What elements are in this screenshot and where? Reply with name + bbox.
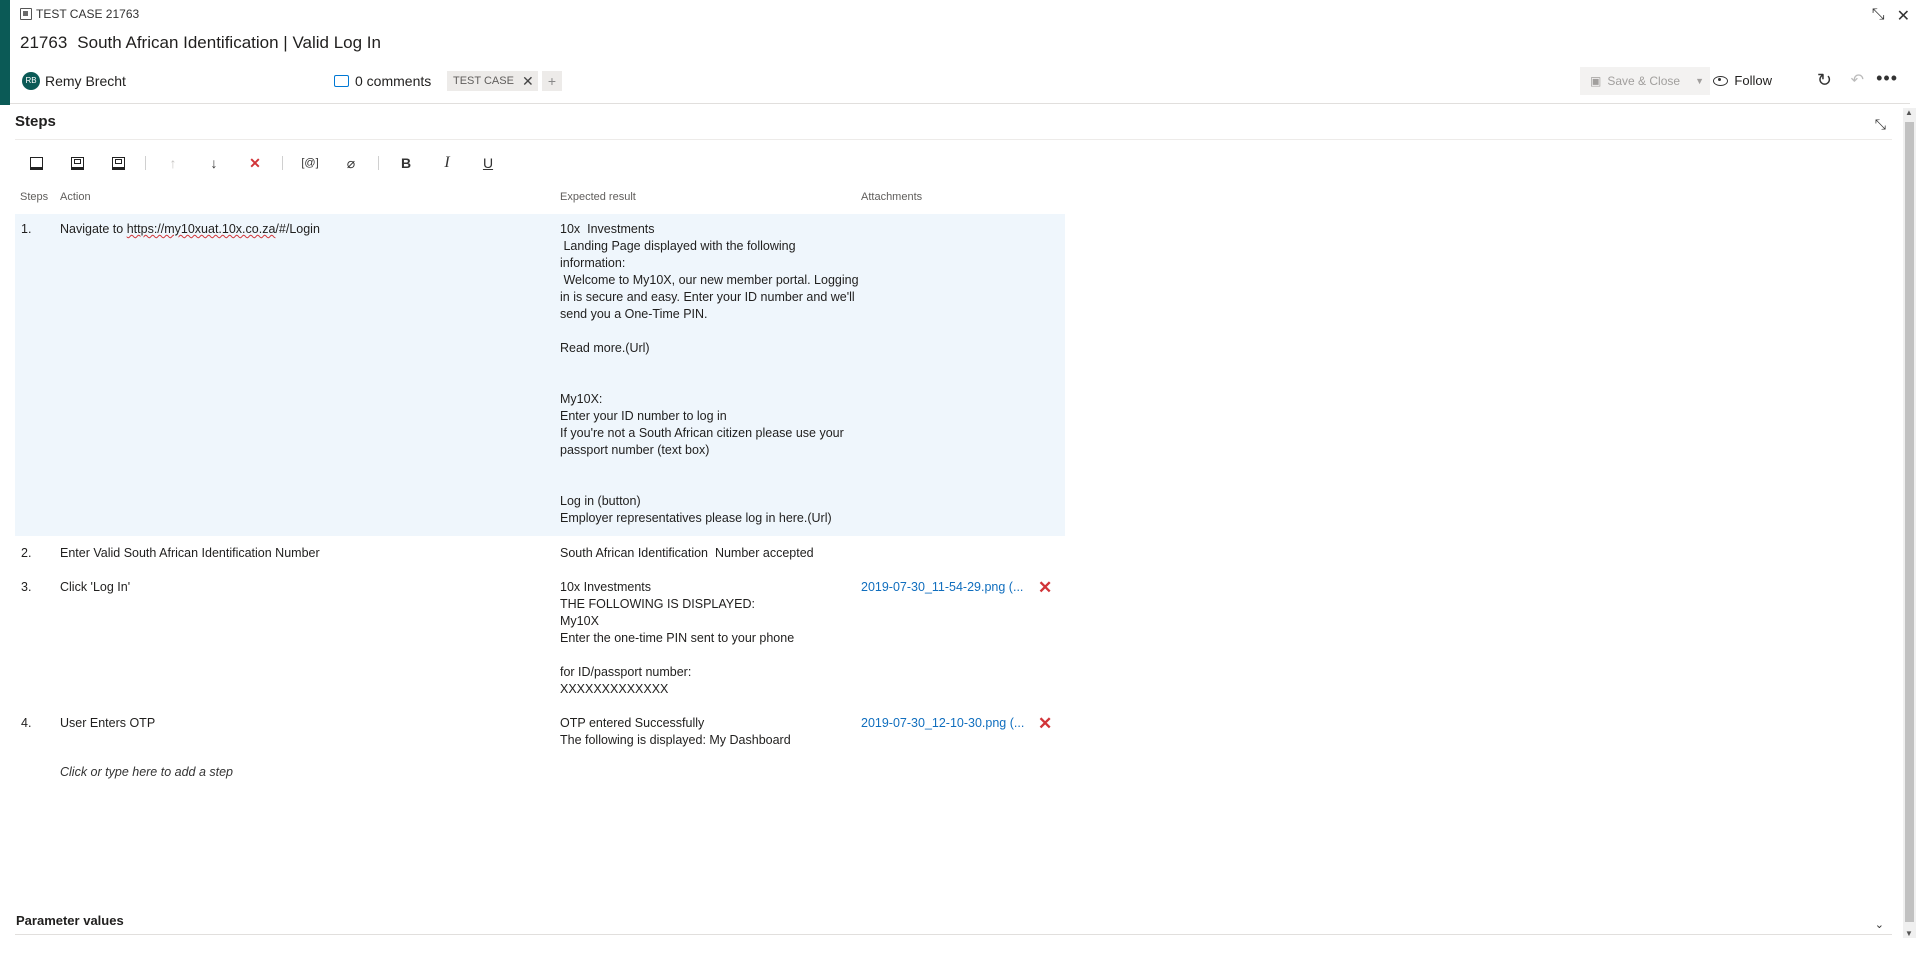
parameter-rule	[15, 934, 1892, 935]
work-item-accent-bar	[0, 0, 10, 105]
delete-icon: ✕	[249, 154, 261, 171]
attachment-link[interactable]: 2019-07-30_11-54-29.png (...	[861, 579, 1023, 596]
move-down-button[interactable]: ↓	[200, 150, 228, 176]
parameter-values-title[interactable]: Parameter values	[16, 913, 124, 928]
step-number: 2.	[21, 546, 32, 560]
steps-toolbar: ↑ ↓ ✕ [@] ⌀ B I U	[22, 150, 515, 176]
toolbar-separator	[378, 156, 379, 170]
save-close-button[interactable]: ▣ Save & Close ▼	[1580, 67, 1710, 95]
eye-icon	[1713, 75, 1729, 86]
chevron-down-icon[interactable]: ⌄	[1875, 918, 1884, 931]
action-text: Navigate to	[60, 222, 127, 236]
arrow-up-icon: ↑	[169, 155, 177, 171]
insert-parameter-button[interactable]: [@]	[296, 150, 324, 176]
remove-attachment-icon[interactable]: ✕	[1038, 715, 1052, 732]
work-item-id: 21763	[20, 33, 68, 52]
attachment-button[interactable]: ⌀	[337, 150, 365, 176]
scroll-down-icon[interactable]: ▼	[1905, 929, 1913, 938]
comments-link[interactable]: 0 comments	[334, 73, 431, 89]
close-icon[interactable]: ✕	[1897, 6, 1910, 26]
col-attachments: Attachments	[861, 191, 923, 203]
insert-step-icon	[29, 156, 43, 170]
create-shared-steps-icon	[111, 156, 125, 170]
save-icon: ▣	[1590, 74, 1602, 88]
step-expected-result[interactable]: OTP entered Successfully The following i…	[560, 715, 860, 749]
step-number: 3.	[21, 580, 32, 594]
scroll-up-icon[interactable]: ▲	[1905, 108, 1913, 117]
meta-row: RB Remy Brecht 0 comments TEST CASE ✕ + …	[22, 67, 1910, 96]
step-action[interactable]: Navigate to https://my10xuat.10x.co.za/#…	[60, 221, 320, 238]
step-expected-result[interactable]: South African Identification Number acce…	[560, 545, 860, 562]
step-action[interactable]: User Enters OTP	[60, 715, 155, 732]
remove-attachment-icon[interactable]: ✕	[1038, 579, 1052, 596]
move-up-button[interactable]: ↑	[159, 150, 187, 176]
vertical-scrollbar[interactable]: ▲ ▼	[1903, 108, 1916, 938]
section-rule	[15, 139, 1892, 140]
col-action: Action	[60, 191, 91, 203]
insert-shared-steps-button[interactable]	[63, 150, 91, 176]
work-item-title[interactable]: South African Identification | Valid Log…	[77, 33, 381, 52]
minimize-icon[interactable]: ⤡	[1872, 6, 1885, 26]
bold-button[interactable]: B	[392, 150, 420, 176]
follow-button[interactable]: Follow	[1713, 73, 1772, 88]
add-step-placeholder[interactable]: Click or type here to add a step	[60, 765, 233, 779]
comment-icon	[334, 75, 349, 87]
arrow-down-icon: ↓	[210, 155, 218, 171]
save-close-label: Save & Close	[1607, 74, 1681, 88]
create-shared-steps-button[interactable]	[104, 150, 132, 176]
test-case-icon	[20, 8, 32, 20]
work-item-type-text: TEST CASE 21763	[36, 7, 140, 21]
refresh-icon[interactable]: ↻	[1817, 70, 1832, 91]
action-url[interactable]: https://my10xuat.10x.co.za	[127, 222, 276, 236]
col-expected: Expected result	[560, 191, 636, 203]
toolbar-separator	[145, 156, 146, 170]
more-actions-icon[interactable]: •••	[1876, 68, 1898, 89]
work-item-type-label: TEST CASE 21763	[20, 7, 139, 21]
steps-section-title: Steps	[15, 113, 56, 130]
assignee-name[interactable]: Remy Brecht	[45, 73, 126, 89]
italic-button[interactable]: I	[433, 150, 461, 176]
step-action[interactable]: Enter Valid South African Identification…	[60, 545, 320, 562]
insert-shared-steps-icon	[70, 156, 84, 170]
undo-icon[interactable]: ↶	[1851, 70, 1864, 90]
avatar[interactable]: RB	[22, 72, 40, 90]
remove-tag-icon[interactable]: ✕	[522, 71, 534, 91]
selected-row-highlight	[15, 214, 1065, 536]
paperclip-icon: ⌀	[346, 154, 356, 171]
header-divider	[10, 103, 1910, 104]
follow-label: Follow	[1734, 73, 1772, 88]
step-action[interactable]: Click 'Log In'	[60, 579, 130, 596]
tag-label: TEST CASE	[453, 75, 514, 87]
toolbar-separator	[282, 156, 283, 170]
scrollbar-thumb[interactable]	[1905, 122, 1914, 922]
step-expected-result[interactable]: 10x Investments Landing Page displayed w…	[560, 221, 860, 527]
comments-count: 0 comments	[355, 73, 432, 89]
collapse-icon[interactable]: ⤡	[1875, 116, 1886, 133]
step-expected-result[interactable]: 10x Investments THE FOLLOWING IS DISPLAY…	[560, 579, 860, 698]
col-steps: Steps	[20, 191, 49, 203]
parameter-icon: [@]	[301, 157, 319, 169]
delete-step-button[interactable]: ✕	[241, 150, 269, 176]
save-dropdown-icon[interactable]: ▼	[1695, 76, 1704, 86]
step-number: 1.	[21, 222, 32, 236]
tag-chip: TEST CASE ✕	[447, 71, 538, 91]
add-tag-button[interactable]: +	[542, 71, 562, 91]
attachment-link[interactable]: 2019-07-30_12-10-30.png (...	[861, 715, 1024, 732]
window-controls: ⤡ ✕	[1872, 6, 1910, 26]
page-title[interactable]: 21763 South African Identification | Vali…	[20, 33, 381, 53]
underline-button[interactable]: U	[474, 150, 502, 176]
step-number: 4.	[21, 716, 32, 730]
insert-step-button[interactable]	[22, 150, 50, 176]
action-text-suffix: /#/Login	[275, 222, 320, 236]
